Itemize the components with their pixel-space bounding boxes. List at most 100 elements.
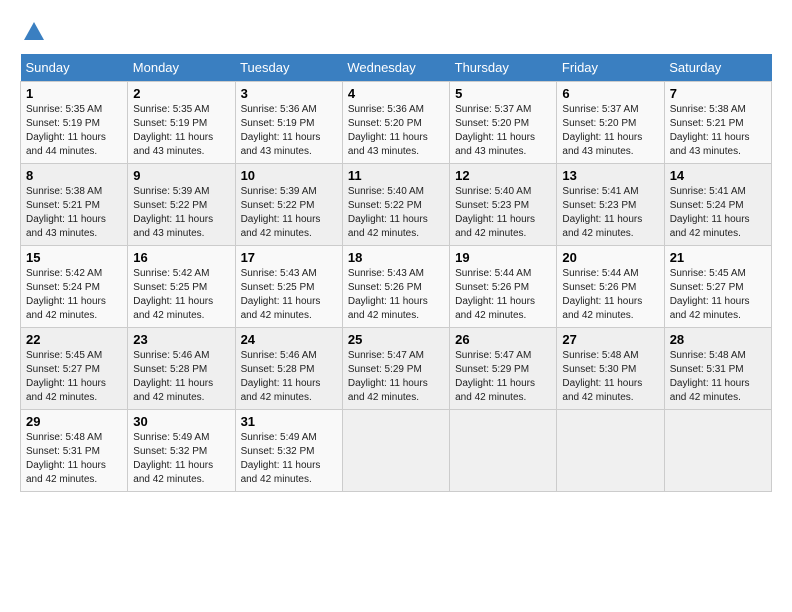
calendar-cell: 7 Sunrise: 5:38 AMSunset: 5:21 PMDayligh… [664,82,771,164]
day-number: 22 [26,332,122,347]
day-info: Sunrise: 5:48 AMSunset: 5:30 PMDaylight:… [562,350,642,403]
day-info: Sunrise: 5:36 AMSunset: 5:20 PMDaylight:… [348,104,428,157]
day-number: 23 [133,332,229,347]
day-number: 20 [562,250,658,265]
calendar-cell [450,410,557,492]
day-number: 18 [348,250,444,265]
day-info: Sunrise: 5:40 AMSunset: 5:23 PMDaylight:… [455,186,535,239]
day-number: 11 [348,168,444,183]
calendar-week-row: 22 Sunrise: 5:45 AMSunset: 5:27 PMDaylig… [21,328,772,410]
day-info: Sunrise: 5:49 AMSunset: 5:32 PMDaylight:… [133,432,213,485]
day-header-tuesday: Tuesday [235,54,342,82]
day-info: Sunrise: 5:48 AMSunset: 5:31 PMDaylight:… [670,350,750,403]
day-info: Sunrise: 5:39 AMSunset: 5:22 PMDaylight:… [241,186,321,239]
calendar-cell: 8 Sunrise: 5:38 AMSunset: 5:21 PMDayligh… [21,164,128,246]
calendar-cell [557,410,664,492]
day-info: Sunrise: 5:48 AMSunset: 5:31 PMDaylight:… [26,432,106,485]
day-number: 25 [348,332,444,347]
day-number: 26 [455,332,551,347]
calendar-cell: 10 Sunrise: 5:39 AMSunset: 5:22 PMDaylig… [235,164,342,246]
day-info: Sunrise: 5:46 AMSunset: 5:28 PMDaylight:… [241,350,321,403]
calendar-cell: 22 Sunrise: 5:45 AMSunset: 5:27 PMDaylig… [21,328,128,410]
day-info: Sunrise: 5:43 AMSunset: 5:26 PMDaylight:… [348,268,428,321]
day-info: Sunrise: 5:39 AMSunset: 5:22 PMDaylight:… [133,186,213,239]
calendar-week-row: 1 Sunrise: 5:35 AMSunset: 5:19 PMDayligh… [21,82,772,164]
day-number: 29 [26,414,122,429]
day-info: Sunrise: 5:49 AMSunset: 5:32 PMDaylight:… [241,432,321,485]
day-number: 19 [455,250,551,265]
day-info: Sunrise: 5:47 AMSunset: 5:29 PMDaylight:… [455,350,535,403]
calendar-cell [664,410,771,492]
calendar-week-row: 8 Sunrise: 5:38 AMSunset: 5:21 PMDayligh… [21,164,772,246]
calendar-cell [342,410,449,492]
day-info: Sunrise: 5:45 AMSunset: 5:27 PMDaylight:… [26,350,106,403]
day-header-thursday: Thursday [450,54,557,82]
day-info: Sunrise: 5:38 AMSunset: 5:21 PMDaylight:… [26,186,106,239]
day-info: Sunrise: 5:37 AMSunset: 5:20 PMDaylight:… [455,104,535,157]
calendar-cell: 19 Sunrise: 5:44 AMSunset: 5:26 PMDaylig… [450,246,557,328]
calendar-cell: 17 Sunrise: 5:43 AMSunset: 5:25 PMDaylig… [235,246,342,328]
page-header [20,20,772,44]
day-number: 21 [670,250,766,265]
calendar-cell: 1 Sunrise: 5:35 AMSunset: 5:19 PMDayligh… [21,82,128,164]
day-number: 5 [455,86,551,101]
day-info: Sunrise: 5:35 AMSunset: 5:19 PMDaylight:… [26,104,106,157]
calendar-cell: 21 Sunrise: 5:45 AMSunset: 5:27 PMDaylig… [664,246,771,328]
calendar-cell: 30 Sunrise: 5:49 AMSunset: 5:32 PMDaylig… [128,410,235,492]
calendar-cell: 14 Sunrise: 5:41 AMSunset: 5:24 PMDaylig… [664,164,771,246]
calendar-cell: 11 Sunrise: 5:40 AMSunset: 5:22 PMDaylig… [342,164,449,246]
day-info: Sunrise: 5:36 AMSunset: 5:19 PMDaylight:… [241,104,321,157]
calendar-week-row: 29 Sunrise: 5:48 AMSunset: 5:31 PMDaylig… [21,410,772,492]
day-number: 7 [670,86,766,101]
calendar-cell: 27 Sunrise: 5:48 AMSunset: 5:30 PMDaylig… [557,328,664,410]
logo-icon [22,20,46,44]
calendar-cell: 3 Sunrise: 5:36 AMSunset: 5:19 PMDayligh… [235,82,342,164]
day-number: 8 [26,168,122,183]
day-info: Sunrise: 5:37 AMSunset: 5:20 PMDaylight:… [562,104,642,157]
calendar-cell: 5 Sunrise: 5:37 AMSunset: 5:20 PMDayligh… [450,82,557,164]
logo [20,20,46,44]
day-number: 13 [562,168,658,183]
day-info: Sunrise: 5:45 AMSunset: 5:27 PMDaylight:… [670,268,750,321]
calendar-cell: 12 Sunrise: 5:40 AMSunset: 5:23 PMDaylig… [450,164,557,246]
day-number: 1 [26,86,122,101]
day-number: 10 [241,168,337,183]
calendar-cell: 13 Sunrise: 5:41 AMSunset: 5:23 PMDaylig… [557,164,664,246]
calendar-cell: 2 Sunrise: 5:35 AMSunset: 5:19 PMDayligh… [128,82,235,164]
calendar-cell: 4 Sunrise: 5:36 AMSunset: 5:20 PMDayligh… [342,82,449,164]
day-info: Sunrise: 5:35 AMSunset: 5:19 PMDaylight:… [133,104,213,157]
day-number: 30 [133,414,229,429]
day-header-monday: Monday [128,54,235,82]
day-number: 24 [241,332,337,347]
day-header-saturday: Saturday [664,54,771,82]
calendar-cell: 25 Sunrise: 5:47 AMSunset: 5:29 PMDaylig… [342,328,449,410]
calendar-week-row: 15 Sunrise: 5:42 AMSunset: 5:24 PMDaylig… [21,246,772,328]
day-number: 9 [133,168,229,183]
calendar-cell: 18 Sunrise: 5:43 AMSunset: 5:26 PMDaylig… [342,246,449,328]
calendar-cell: 28 Sunrise: 5:48 AMSunset: 5:31 PMDaylig… [664,328,771,410]
day-info: Sunrise: 5:47 AMSunset: 5:29 PMDaylight:… [348,350,428,403]
day-number: 27 [562,332,658,347]
day-number: 14 [670,168,766,183]
day-info: Sunrise: 5:42 AMSunset: 5:24 PMDaylight:… [26,268,106,321]
day-number: 17 [241,250,337,265]
day-number: 15 [26,250,122,265]
day-info: Sunrise: 5:41 AMSunset: 5:23 PMDaylight:… [562,186,642,239]
calendar-cell: 16 Sunrise: 5:42 AMSunset: 5:25 PMDaylig… [128,246,235,328]
day-number: 2 [133,86,229,101]
day-number: 16 [133,250,229,265]
day-number: 6 [562,86,658,101]
day-number: 3 [241,86,337,101]
day-info: Sunrise: 5:44 AMSunset: 5:26 PMDaylight:… [562,268,642,321]
day-number: 28 [670,332,766,347]
day-info: Sunrise: 5:43 AMSunset: 5:25 PMDaylight:… [241,268,321,321]
day-info: Sunrise: 5:44 AMSunset: 5:26 PMDaylight:… [455,268,535,321]
day-header-sunday: Sunday [21,54,128,82]
calendar-cell: 23 Sunrise: 5:46 AMSunset: 5:28 PMDaylig… [128,328,235,410]
day-number: 31 [241,414,337,429]
day-info: Sunrise: 5:42 AMSunset: 5:25 PMDaylight:… [133,268,213,321]
calendar-cell: 24 Sunrise: 5:46 AMSunset: 5:28 PMDaylig… [235,328,342,410]
calendar-cell: 31 Sunrise: 5:49 AMSunset: 5:32 PMDaylig… [235,410,342,492]
day-header-wednesday: Wednesday [342,54,449,82]
day-number: 4 [348,86,444,101]
